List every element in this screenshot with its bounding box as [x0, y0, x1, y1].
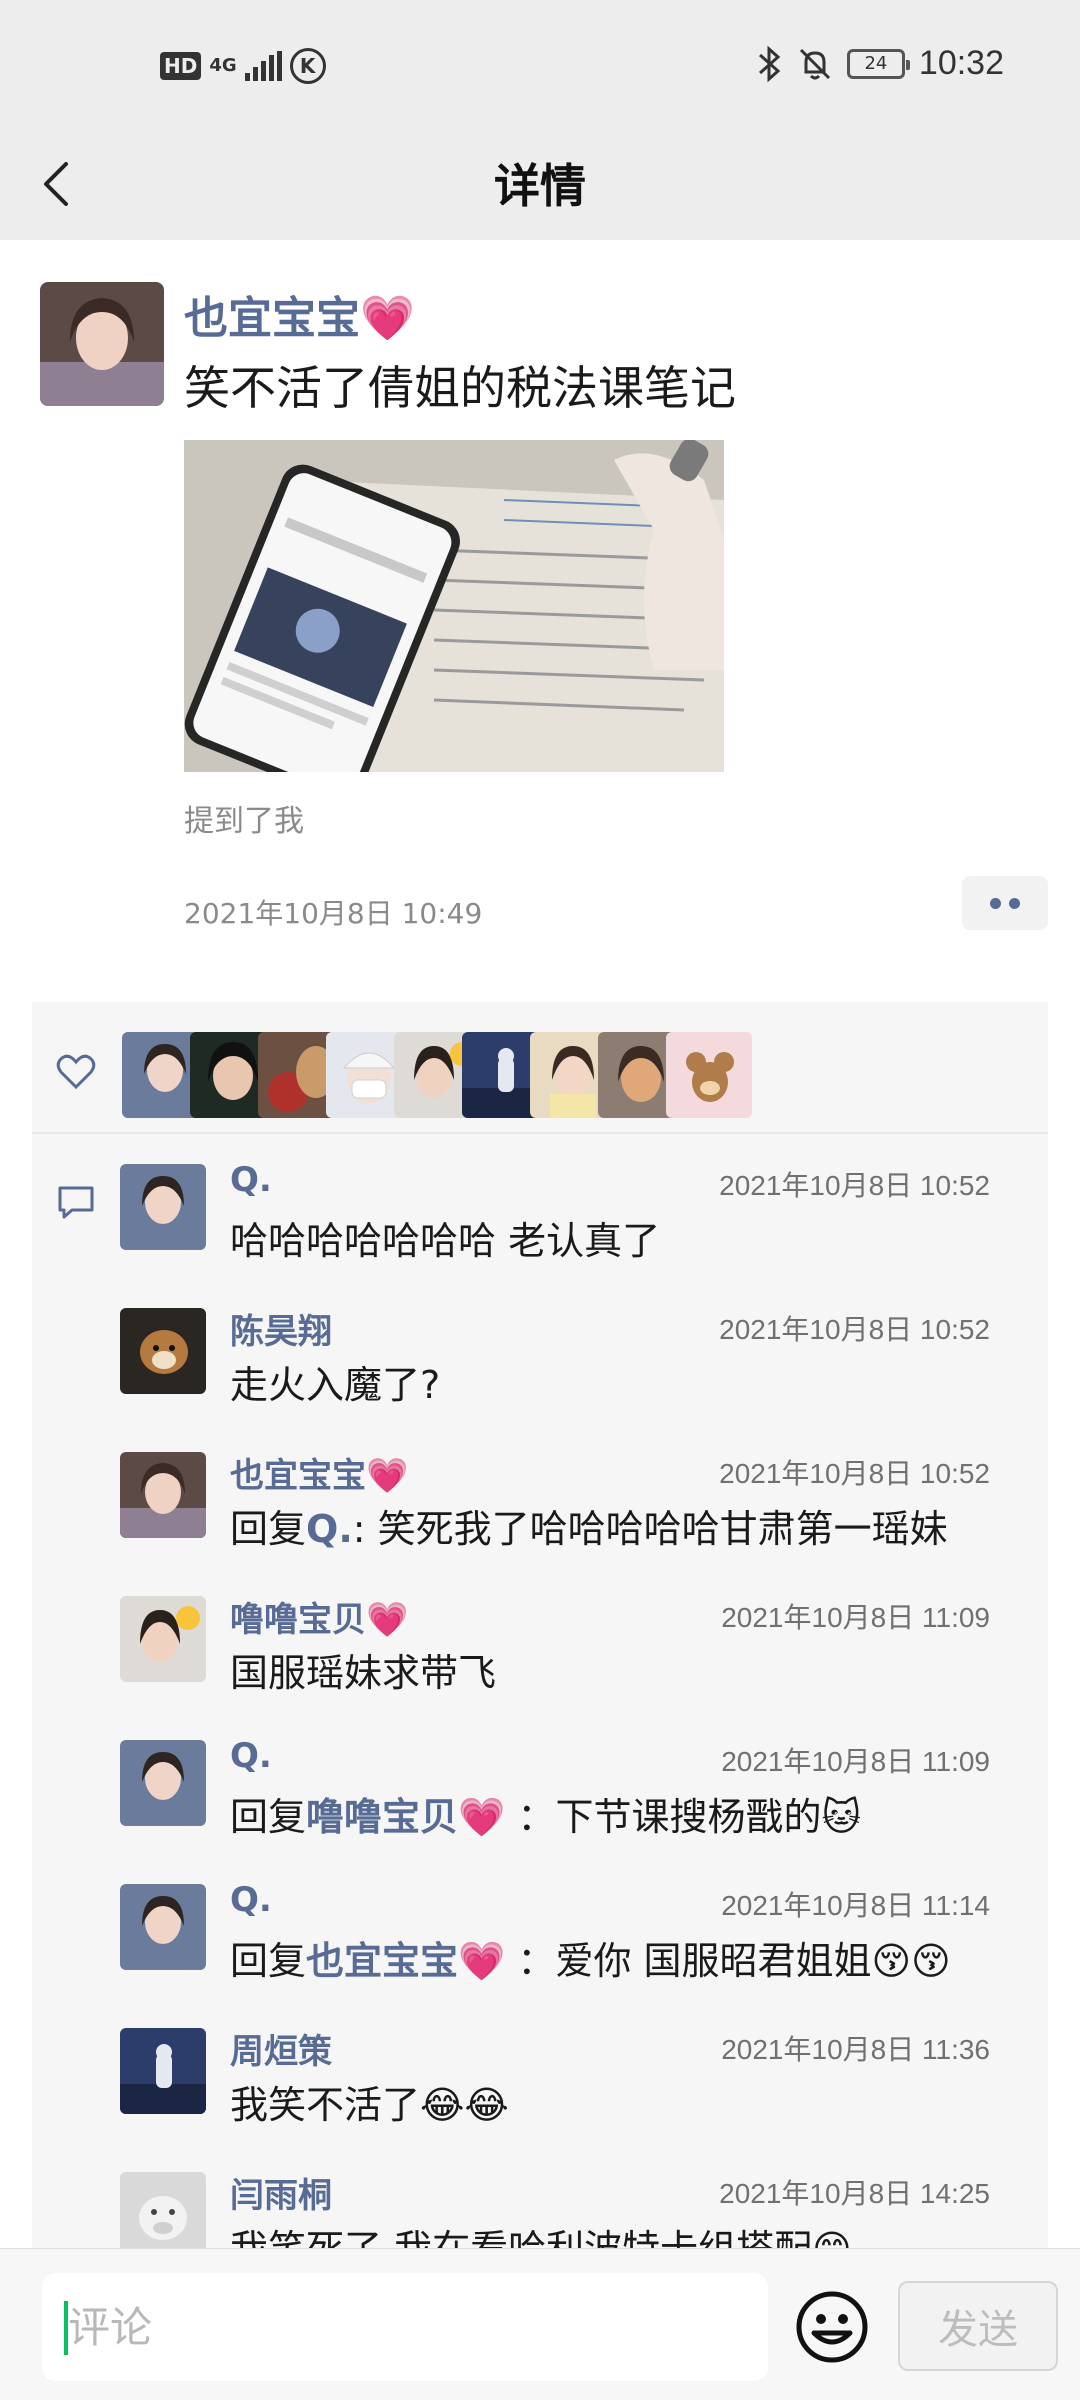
- comment-time: 2021年10月8日 10:52: [719, 1170, 990, 1201]
- comment-item[interactable]: Q. 2021年10月8日 10:52 哈哈哈哈哈哈哈 老认真了: [120, 1146, 1020, 1278]
- comment-item[interactable]: 噜噜宝贝💗 2021年10月8日 11:09 国服瑶妹求带飞: [120, 1578, 1020, 1710]
- comment-author[interactable]: 周烜策: [230, 2024, 332, 2073]
- more-icon-dot: [1009, 897, 1020, 909]
- author-name[interactable]: 也宜宝宝💗: [184, 282, 415, 346]
- comment-text: 我笑不活了😂😂: [230, 2083, 509, 2127]
- comment-item[interactable]: 闫雨桐 2021年10月8日 14:25 我笑死了 我在看哈利波特卡组搭配😁: [120, 2154, 1020, 2248]
- comment-text: 回复Q.: 笑死我了哈哈哈哈哈甘肃第一瑶妹: [230, 1507, 948, 1551]
- likes-row: [32, 1002, 1048, 1134]
- comment-avatar[interactable]: [120, 2028, 206, 2114]
- comment-avatar[interactable]: [120, 1308, 206, 1394]
- comment-item[interactable]: Q. 2021年10月8日 11:14 回复也宜宝宝💗 ：爱你 国服昭君姐姐😚😚: [120, 1866, 1020, 1998]
- comment-time: 2021年10月8日 11:09: [721, 1602, 990, 1633]
- comment-item[interactable]: Q. 2021年10月8日 11:09 回复噜噜宝贝💗 ：下节课搜杨戬的🐱: [120, 1722, 1020, 1854]
- comment-icon: [58, 1186, 94, 1219]
- text-caret: [64, 2301, 68, 2355]
- comment-author[interactable]: 闫雨桐: [230, 2168, 332, 2217]
- comment-text: 哈哈哈哈哈哈哈 老认真了: [230, 1219, 661, 1263]
- network-type-label: 4G: [209, 55, 237, 76]
- post-timestamp: 2021年10月8日 10:49: [184, 897, 483, 930]
- emoji-icon[interactable]: [794, 2289, 870, 2365]
- comment-input[interactable]: [42, 2273, 768, 2381]
- nav-bar: 详情: [0, 136, 1080, 240]
- battery-icon: 24: [846, 48, 910, 79]
- comment-text: 回复噜噜宝贝💗 ：下节课搜杨戬的🐱: [230, 1795, 862, 1839]
- author-avatar[interactable]: [40, 282, 164, 406]
- comment-avatar[interactable]: [120, 1884, 206, 1970]
- comment-text: 国服瑶妹求带飞: [230, 1651, 497, 1695]
- mention-label: 提到了我: [184, 804, 304, 839]
- status-right: 24 10:32: [757, 44, 1004, 83]
- comment-time: 2021年10月8日 10:52: [719, 1458, 990, 1489]
- comment-avatar[interactable]: [120, 1596, 206, 1682]
- status-time: 10:32: [918, 44, 1004, 82]
- like-avatar[interactable]: [666, 1032, 752, 1118]
- comment-avatar[interactable]: [120, 1452, 206, 1538]
- comment-time: 2021年10月8日 11:14: [721, 1890, 990, 1921]
- mute-icon: [799, 48, 830, 79]
- comment-author[interactable]: Q.: [230, 1880, 272, 1920]
- comment-item[interactable]: 也宜宝宝💗 2021年10月8日 10:52 回复Q.: 笑死我了哈哈哈哈哈甘肃…: [120, 1434, 1020, 1566]
- comment-time: 2021年10月8日 11:09: [721, 1746, 990, 1777]
- comment-item[interactable]: 陈昊翔 2021年10月8日 10:52 走火入魔了?: [120, 1290, 1020, 1422]
- comment-author[interactable]: 陈昊翔: [230, 1304, 332, 1353]
- comment-author[interactable]: 也宜宝宝💗: [230, 1448, 408, 1497]
- comment-text: 走火入魔了?: [230, 1363, 441, 1407]
- page-title: 详情: [494, 159, 586, 213]
- comment-avatar[interactable]: [120, 2172, 206, 2248]
- comment-text: 我笑死了 我在看哈利波特卡组搭配😁: [230, 2218, 852, 2248]
- comment-avatar[interactable]: [120, 1164, 206, 1250]
- status-bar: HD 4G K 24 10:32: [0, 0, 1080, 136]
- comment-text: 回复也宜宝宝💗 ：爱你 国服昭君姐姐😚😚: [230, 1939, 951, 1983]
- bluetooth-icon: [758, 45, 781, 82]
- post-image[interactable]: [184, 440, 724, 772]
- more-icon-dot: [990, 897, 1001, 909]
- comment-time: 2021年10月8日 11:36: [721, 2034, 990, 2065]
- interaction-panel: Q. 2021年10月8日 10:52 哈哈哈哈哈哈哈 老认真了 陈昊翔 202…: [32, 1002, 1048, 2248]
- comment-time: 2021年10月8日 10:52: [719, 1314, 990, 1345]
- signal-icon: [244, 51, 282, 81]
- comment-author[interactable]: 噜噜宝贝💗: [230, 1592, 408, 1641]
- comment-time: 2021年10月8日 14:25: [719, 2178, 990, 2209]
- comment-author[interactable]: Q.: [230, 1160, 272, 1200]
- comment-item[interactable]: 周烜策 2021年10月8日 11:36 我笑不活了😂😂: [120, 2010, 1020, 2142]
- k-app-icon: K: [289, 48, 326, 84]
- comment-author[interactable]: Q.: [230, 1736, 272, 1776]
- hd-icon: HD: [160, 52, 202, 80]
- heart-icon: [56, 1054, 96, 1090]
- moment-detail: 也宜宝宝💗 笑不活了倩姐的税法课笔记 提到了我 2021年10月8日 10:49…: [0, 240, 1080, 2248]
- send-button[interactable]: 发送: [898, 2281, 1058, 2371]
- post-text: 笑不活了倩姐的税法课笔记: [184, 361, 736, 415]
- comment-avatar[interactable]: [120, 1740, 206, 1826]
- comment-input-bar: 发送: [0, 2248, 1080, 2400]
- more-button[interactable]: [962, 876, 1048, 930]
- status-left: HD 4G K: [160, 48, 326, 84]
